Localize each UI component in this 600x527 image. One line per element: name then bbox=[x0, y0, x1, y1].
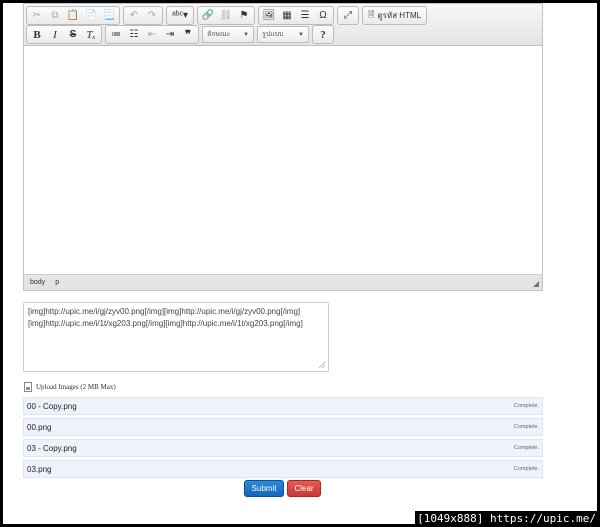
undo-icon[interactable]: ↶ bbox=[126, 8, 142, 24]
insert-group: 🖼 ▦ ☰ Ω bbox=[258, 6, 334, 25]
horizontal-line-icon[interactable]: ☰ bbox=[297, 8, 313, 24]
spellcheck-icon[interactable]: ᵃᵇᶜ▾ bbox=[169, 8, 191, 24]
editor-status-bar: body p bbox=[24, 274, 542, 290]
form-actions: Submit Clear bbox=[244, 480, 321, 497]
style-combo-label: รูปแบบ bbox=[262, 31, 284, 38]
bulleted-list-icon[interactable]: ☷ bbox=[126, 27, 142, 43]
textarea-resize-icon[interactable] bbox=[318, 361, 325, 368]
redo-icon[interactable]: ↷ bbox=[144, 8, 160, 24]
file-name: 00 - Copy.png bbox=[27, 401, 77, 411]
cut-icon[interactable]: ✂ bbox=[29, 8, 45, 24]
submit-button[interactable]: Submit bbox=[244, 480, 284, 497]
format-combo-label: ลักษณะ bbox=[207, 31, 231, 38]
clear-button[interactable]: Clear bbox=[287, 480, 321, 497]
bbcode-line: [img]http://upic.me/i/1t/xg203.png[/img]… bbox=[28, 319, 303, 328]
toolbar-row-2: B I S Tₓ ≔ ☷ ⇤ ⇥ ❞ ลักษณะ ▼ รูปแบบ ▼ ? bbox=[26, 25, 337, 44]
italic-button[interactable]: I bbox=[47, 27, 63, 43]
upload-file-list: 00 - Copy.png Complete. 00.png Complete.… bbox=[23, 397, 543, 481]
paste-word-icon[interactable]: 📃 bbox=[101, 8, 117, 24]
file-row: 00 - Copy.png Complete. bbox=[23, 397, 543, 415]
basic-styles-group: B I S Tₓ bbox=[26, 25, 102, 44]
file-row: 00.png Complete. bbox=[23, 418, 543, 436]
file-status: Complete. bbox=[513, 466, 539, 472]
bbcode-output-textarea[interactable]: [img]http://upic.me/i/gj/zyv00.png[/img]… bbox=[23, 302, 329, 372]
clipboard-group: ✂ ⧉ 📋 📄 📃 bbox=[26, 6, 120, 25]
source-label: ดูรหัส HTML bbox=[377, 11, 422, 20]
maximize-icon[interactable]: ⤢ bbox=[340, 8, 356, 24]
bbcode-line: [img]http://upic.me/i/gj/zyv00.png[/img]… bbox=[28, 307, 301, 316]
chevron-down-icon: ▼ bbox=[298, 31, 304, 38]
source-group: 🗎 ดูรหัส HTML bbox=[362, 6, 428, 25]
numbered-list-icon[interactable]: ≔ bbox=[108, 27, 124, 43]
paste-icon[interactable]: 📋 bbox=[65, 8, 81, 24]
file-row: 03.png Complete. bbox=[23, 460, 543, 478]
outdent-icon[interactable]: ⇤ bbox=[144, 27, 160, 43]
chevron-down-icon: ▼ bbox=[243, 31, 249, 38]
path-body[interactable]: body bbox=[30, 279, 45, 286]
bold-button[interactable]: B bbox=[29, 27, 45, 43]
help-button[interactable]: ? bbox=[315, 27, 331, 43]
toolbar-row-1: ✂ ⧉ 📋 📄 📃 ↶ ↷ ᵃᵇᶜ▾ 🔗 ⛓ ⚑ 🖼 ▦ ☰ Ω ⤢ 🗎 ดูร… bbox=[26, 6, 430, 25]
upload-label: Upload Images (2 MB Max) bbox=[36, 383, 116, 391]
unlink-icon[interactable]: ⛓ bbox=[218, 8, 234, 24]
file-row: 03 - Copy.png Complete. bbox=[23, 439, 543, 457]
upload-images-button[interactable]: Upload Images (2 MB Max) bbox=[24, 382, 116, 392]
strike-button[interactable]: S bbox=[65, 27, 81, 43]
source-button[interactable]: 🗎 ดูรหัส HTML bbox=[365, 8, 424, 24]
file-status: Complete. bbox=[513, 445, 539, 451]
path-p[interactable]: p bbox=[55, 279, 59, 286]
file-name: 03.png bbox=[27, 464, 52, 474]
link-icon[interactable]: 🔗 bbox=[200, 8, 216, 24]
file-status: Complete. bbox=[513, 403, 539, 409]
source-doc-icon: 🗎 bbox=[368, 9, 375, 19]
copy-icon[interactable]: ⧉ bbox=[47, 8, 63, 24]
editor-content-area[interactable] bbox=[24, 46, 542, 275]
blockquote-icon[interactable]: ❞ bbox=[180, 27, 196, 43]
anchor-flag-icon[interactable]: ⚑ bbox=[236, 8, 252, 24]
format-combo[interactable]: ลักษณะ ▼ bbox=[202, 26, 254, 43]
image-size-watermark: [1049x888] https://upic.me/ bbox=[415, 511, 598, 527]
image-icon[interactable]: 🖼 bbox=[261, 8, 277, 24]
undo-group: ↶ ↷ bbox=[123, 6, 163, 25]
rich-text-editor: ✂ ⧉ 📋 📄 📃 ↶ ↷ ᵃᵇᶜ▾ 🔗 ⛓ ⚑ 🖼 ▦ ☰ Ω ⤢ 🗎 ดูร… bbox=[23, 3, 543, 291]
paste-text-icon[interactable]: 📄 bbox=[83, 8, 99, 24]
upload-file-icon bbox=[24, 382, 32, 392]
editor-toolbar: ✂ ⧉ 📋 📄 📃 ↶ ↷ ᵃᵇᶜ▾ 🔗 ⛓ ⚑ 🖼 ▦ ☰ Ω ⤢ 🗎 ดูร… bbox=[24, 4, 542, 46]
page-frame: ✂ ⧉ 📋 📄 📃 ↶ ↷ ᵃᵇᶜ▾ 🔗 ⛓ ⚑ 🖼 ▦ ☰ Ω ⤢ 🗎 ดูร… bbox=[3, 3, 597, 524]
help-group: ? bbox=[312, 25, 334, 44]
indent-icon[interactable]: ⇥ bbox=[162, 27, 178, 43]
style-combo[interactable]: รูปแบบ ▼ bbox=[257, 26, 309, 43]
file-name: 00.png bbox=[27, 422, 52, 432]
special-char-icon[interactable]: Ω bbox=[315, 8, 331, 24]
file-status: Complete. bbox=[513, 424, 539, 430]
table-icon[interactable]: ▦ bbox=[279, 8, 295, 24]
file-name: 03 - Copy.png bbox=[27, 443, 77, 453]
resize-handle-icon[interactable] bbox=[533, 281, 539, 287]
remove-format-icon[interactable]: Tₓ bbox=[83, 27, 99, 43]
link-group: 🔗 ⛓ ⚑ bbox=[197, 6, 255, 25]
maximize-group: ⤢ bbox=[337, 6, 359, 25]
list-group: ≔ ☷ ⇤ ⇥ ❞ bbox=[105, 25, 199, 44]
spellcheck-group: ᵃᵇᶜ▾ bbox=[166, 6, 194, 25]
